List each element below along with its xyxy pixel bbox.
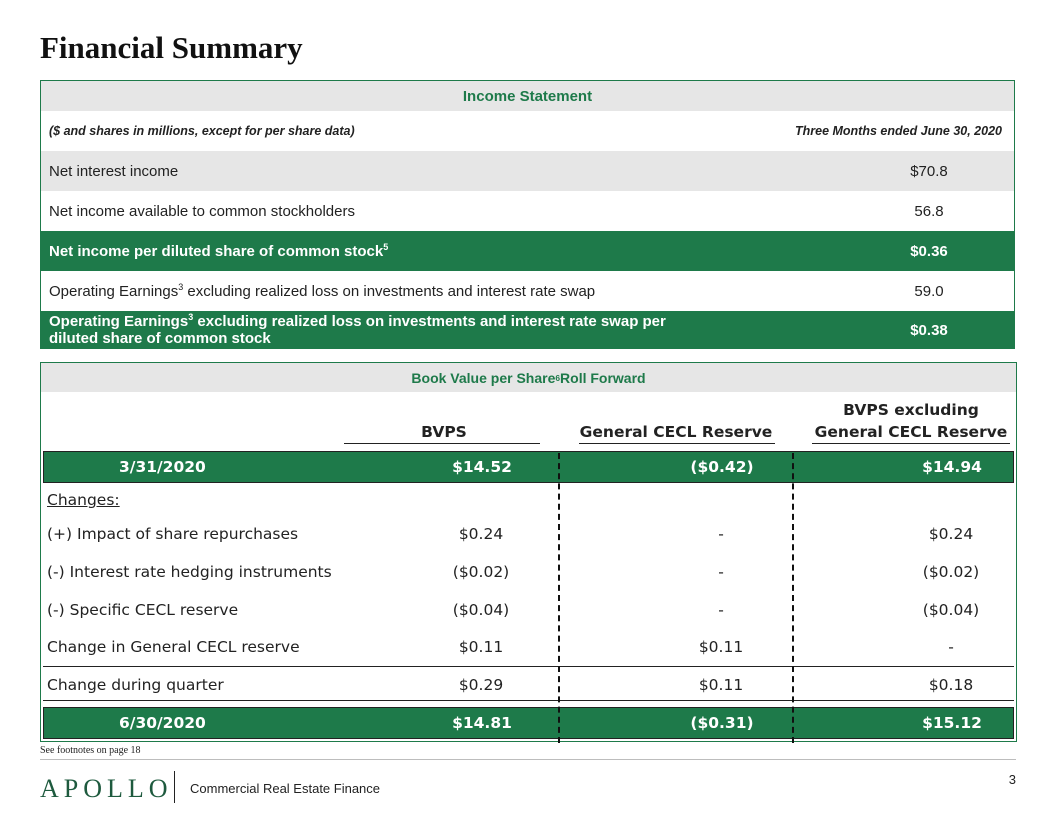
row-label: Net income per diluted share of common s… — [49, 241, 389, 260]
page-number: 3 — [1008, 772, 1016, 787]
column-header-bvps-excl: BVPS excluding — [843, 401, 979, 419]
row-value-excl: $0.18 — [928, 676, 974, 694]
row-value-excl: ($0.04) — [922, 601, 980, 619]
row-value-cecl: $0.11 — [698, 676, 744, 694]
table-row: Net interest income $70.8 — [41, 151, 1014, 191]
row-divider — [43, 700, 1014, 701]
row-label: Operating Earnings3 excluding realized l… — [49, 312, 666, 348]
column-divider — [558, 453, 560, 743]
table-row: (+) Impact of share repurchases $0.24 - … — [41, 519, 1016, 549]
row-value-bvps: ($0.04) — [452, 601, 510, 619]
row-value: 56.8 — [914, 202, 944, 220]
logo-separator — [174, 771, 175, 803]
row-value-cecl: $0.11 — [698, 638, 744, 656]
row-label: Changes: — [47, 491, 120, 509]
income-statement-subheader: ($ and shares in millions, except for pe… — [41, 111, 1014, 151]
row-value: 59.0 — [914, 282, 944, 300]
row-label: 3/31/2020 — [119, 458, 206, 476]
row-value-cecl: - — [718, 601, 724, 619]
row-value-bvps: ($0.02) — [452, 563, 510, 581]
table-row: Net income available to common stockhold… — [41, 191, 1014, 231]
row-value-bvps: $0.29 — [458, 676, 504, 694]
table-row: Changes: — [41, 485, 1016, 515]
table-row: Operating Earnings3 excluding realized l… — [41, 271, 1014, 311]
column-underline — [579, 443, 775, 444]
column-header-cecl: General CECL Reserve — [579, 423, 773, 441]
row-label: Change in General CECL reserve — [47, 638, 300, 656]
row-label: Net income available to common stockhold… — [49, 202, 355, 220]
units-note: ($ and shares in millions, except for pe… — [49, 124, 355, 138]
row-label: Operating Earnings3 excluding realized l… — [49, 281, 596, 300]
column-header-bvps: BVPS — [421, 423, 467, 441]
book-value-rollforward-table: Book Value per Share 6 Roll Forward BVPS … — [40, 362, 1017, 743]
column-divider — [792, 453, 794, 743]
footer-rule — [40, 759, 1016, 760]
income-statement-table: Income Statement ($ and shares in millio… — [40, 80, 1015, 349]
row-value-bvps: $0.11 — [458, 638, 504, 656]
row-value-excl: ($0.02) — [922, 563, 980, 581]
table-row: (-) Interest rate hedging instruments ($… — [41, 557, 1016, 587]
row-value: $0.38 — [910, 321, 948, 339]
table-row-closing: 6/30/2020 $14.81 ($0.31) $15.12 — [43, 707, 1014, 739]
row-label: (-) Interest rate hedging instruments — [47, 563, 332, 581]
row-value-bvps: $14.52 — [452, 458, 512, 476]
apollo-logo: APOLLO — [40, 774, 173, 803]
page-title: Financial Summary — [40, 30, 303, 65]
row-value-excl: $14.94 — [922, 458, 982, 476]
row-value-cecl: - — [718, 525, 724, 543]
table-row-highlight: Net income per diluted share of common s… — [41, 231, 1014, 271]
row-label: (-) Specific CECL reserve — [47, 601, 239, 619]
book-value-header: Book Value per Share 6 Roll Forward — [41, 363, 1016, 392]
row-label: 6/30/2020 — [119, 714, 206, 732]
table-row-highlight: Operating Earnings3 excluding realized l… — [41, 311, 1014, 349]
footnote: See footnotes on page 18 — [40, 745, 141, 756]
row-value: $70.8 — [910, 162, 948, 180]
row-value-excl: $0.24 — [928, 525, 974, 543]
row-label: (+) Impact of share repurchases — [47, 525, 299, 543]
row-value-bvps: $0.24 — [458, 525, 504, 543]
row-value: $0.36 — [910, 242, 948, 260]
row-value-excl: - — [948, 638, 954, 656]
period-label: Three Months ended June 30, 2020 — [794, 124, 1002, 138]
division-name: Commercial Real Estate Finance — [190, 781, 381, 796]
table-row: Change during quarter $0.29 $0.11 $0.18 — [41, 670, 1016, 700]
column-underline — [344, 443, 540, 444]
row-value-cecl: - — [718, 563, 724, 581]
income-statement-header: Income Statement — [41, 81, 1014, 111]
column-header-bvps-excl-2: General CECL Reserve — [814, 423, 1008, 441]
row-label: Change during quarter — [47, 676, 224, 694]
row-divider — [43, 666, 1014, 667]
table-row: (-) Specific CECL reserve ($0.04) - ($0.… — [41, 595, 1016, 625]
table-row-opening: 3/31/2020 $14.52 ($0.42) $14.94 — [43, 451, 1014, 483]
column-underline — [812, 443, 1010, 444]
row-value-excl: $15.12 — [922, 714, 982, 732]
table-row: Change in General CECL reserve $0.11 $0.… — [41, 632, 1016, 662]
row-value-bvps: $14.81 — [452, 714, 512, 732]
row-label: Net interest income — [49, 162, 179, 180]
